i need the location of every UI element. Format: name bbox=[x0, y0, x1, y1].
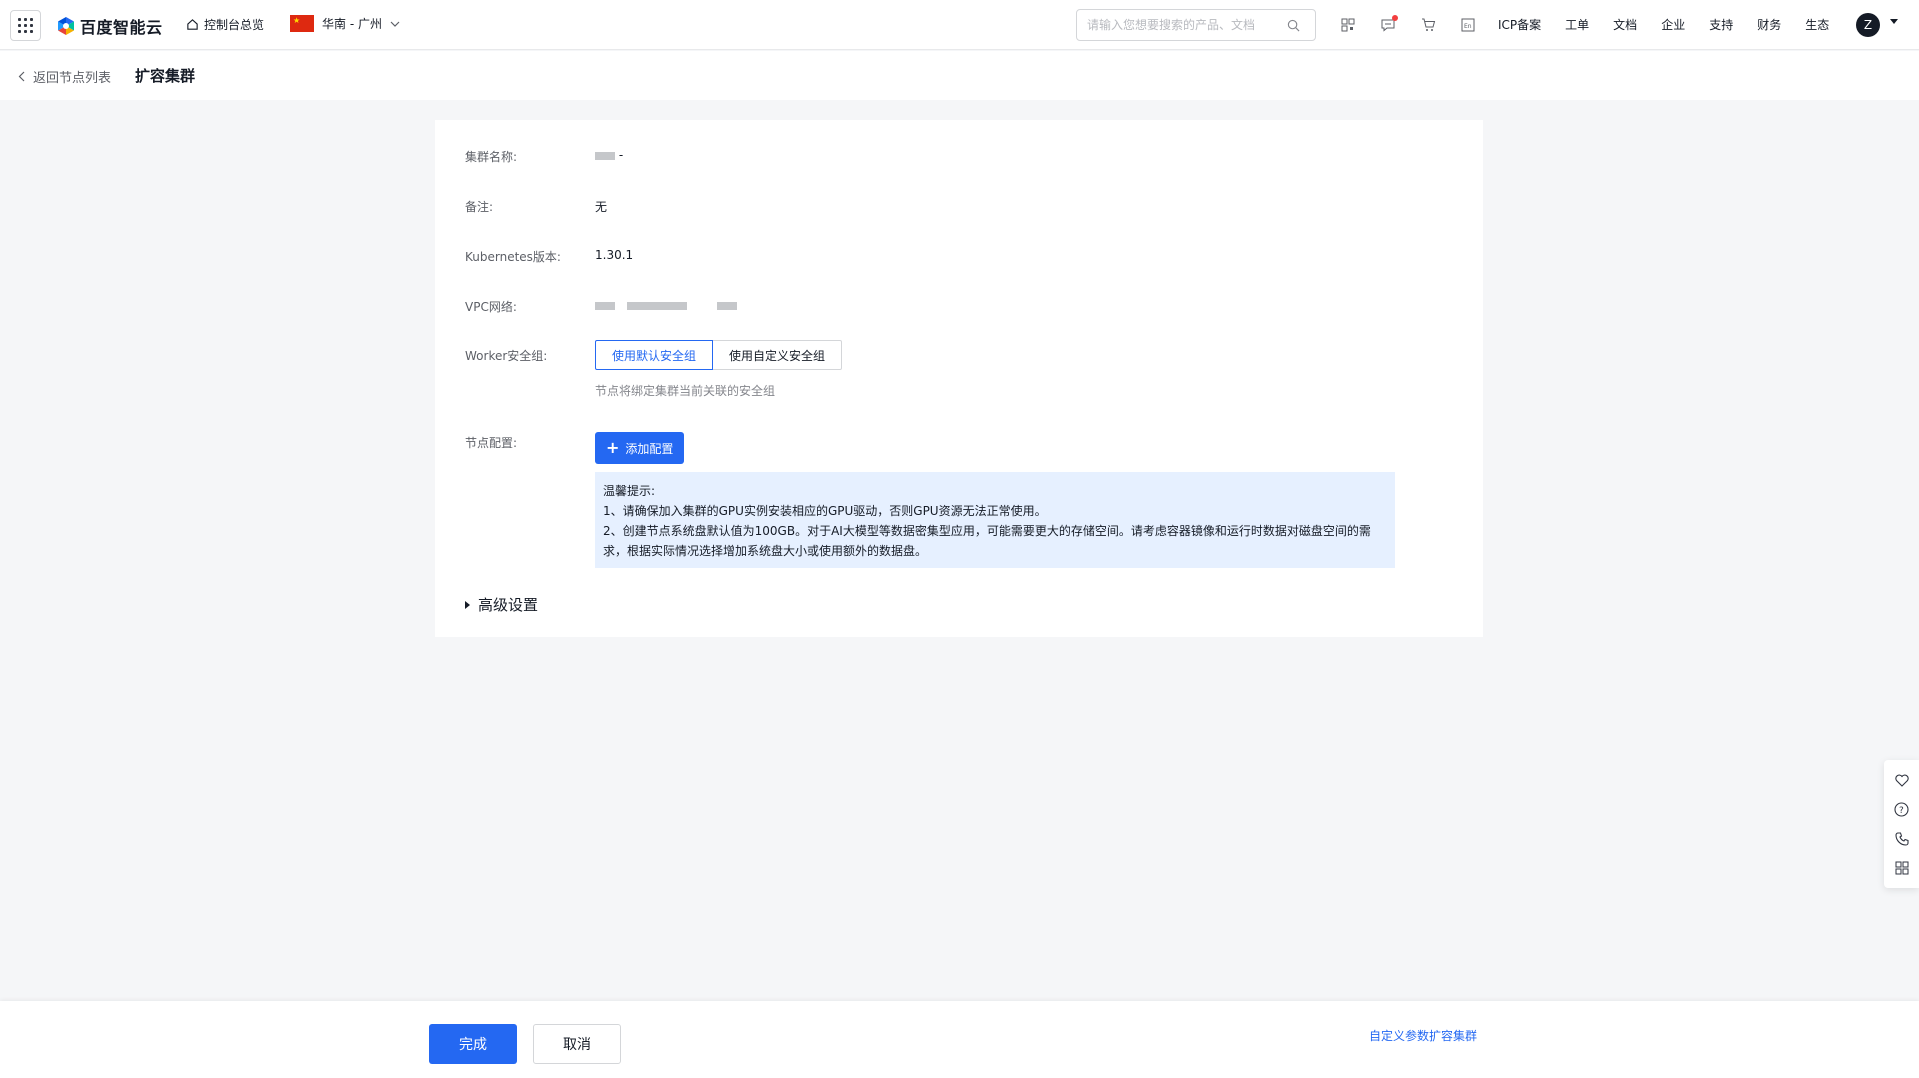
custom-security-group-option[interactable]: 使用自定义安全组 bbox=[713, 340, 843, 370]
console-overview-link[interactable]: 控制台总览 bbox=[186, 16, 264, 33]
security-group-hint: 节点将绑定集群当前关联的安全组 bbox=[595, 384, 776, 398]
nav-link-ticket[interactable]: 工单 bbox=[1565, 16, 1589, 33]
qrcode-icon[interactable] bbox=[1338, 15, 1358, 35]
cart-icon[interactable] bbox=[1418, 15, 1438, 35]
caret-down-icon[interactable] bbox=[1890, 19, 1898, 24]
nav-link-docs[interactable]: 文档 bbox=[1613, 16, 1637, 33]
tips-notice: 温馨提示: 1、请确保加入集群的GPU实例安装相应的GPU驱动，否则GPU资源无… bbox=[595, 472, 1395, 568]
notice-line-2: 2、创建节点系统盘默认值为100GB。对于AI大模型等数据密集型应用，可能需要更… bbox=[603, 524, 1371, 558]
cluster-name-label: 集群名称: bbox=[465, 150, 518, 164]
custom-params-scale-link[interactable]: 自定义参数扩容集群 bbox=[1369, 1027, 1477, 1044]
nav-link-icp[interactable]: ICP备案 bbox=[1498, 16, 1541, 33]
grid-icon bbox=[18, 18, 33, 33]
advanced-settings-toggle[interactable]: 高级设置 bbox=[465, 594, 538, 615]
logo-icon bbox=[58, 17, 74, 35]
bottom-action-bar: 完成 取消 自定义参数扩容集群 bbox=[0, 1001, 1919, 1078]
add-config-label: 添加配置 bbox=[625, 441, 674, 456]
node-config-label: 节点配置: bbox=[465, 436, 518, 450]
phone-icon[interactable] bbox=[1893, 830, 1911, 848]
help-icon[interactable]: ? bbox=[1893, 801, 1911, 819]
nav-link-finance[interactable]: 财务 bbox=[1757, 16, 1781, 33]
remark-value: 无 bbox=[595, 200, 608, 214]
page-header: 返回节点列表 扩容集群 bbox=[0, 51, 1919, 100]
plus-icon: + bbox=[606, 438, 620, 457]
floating-toolbar: ? bbox=[1884, 760, 1919, 888]
heart-icon[interactable] bbox=[1893, 772, 1911, 790]
user-avatar[interactable]: Z bbox=[1856, 13, 1880, 37]
remark-label: 备注: bbox=[465, 200, 494, 214]
back-to-node-list-link[interactable]: 返回节点列表 bbox=[18, 67, 111, 86]
add-config-button[interactable]: + 添加配置 bbox=[595, 432, 685, 464]
cluster-name-suffix: - bbox=[618, 148, 624, 162]
worker-security-group-label: Worker安全组: bbox=[465, 348, 548, 363]
top-nav-links: ICP备案 工单 文档 企业 支持 财务 生态 bbox=[1498, 16, 1829, 33]
language-switch-icon[interactable]: En bbox=[1458, 15, 1478, 35]
region-selector[interactable]: 华南 - 广州 bbox=[290, 15, 400, 32]
back-label: 返回节点列表 bbox=[33, 71, 112, 86]
scale-cluster-form: 集群名称: - 备注: 无 Kubernetes版本: 1.30.1 VPC网络… bbox=[435, 120, 1483, 637]
cluster-name-value: - bbox=[595, 148, 623, 165]
worker-security-group-row: Worker安全组: 使用默认安全组 使用自定义安全组 bbox=[465, 340, 843, 370]
notification-dot bbox=[1392, 15, 1398, 21]
nav-link-ecosystem[interactable]: 生态 bbox=[1805, 16, 1829, 33]
console-overview-label: 控制台总览 bbox=[204, 18, 265, 32]
apps-menu-button[interactable] bbox=[10, 10, 41, 41]
svg-text:?: ? bbox=[1899, 806, 1904, 816]
nav-link-support[interactable]: 支持 bbox=[1709, 16, 1733, 33]
search-input[interactable] bbox=[1087, 18, 1287, 32]
k8s-version-row: Kubernetes版本: 1.30.1 bbox=[465, 248, 633, 265]
cluster-name-row: 集群名称: - bbox=[465, 148, 623, 165]
baidu-cloud-logo[interactable]: 百度智能云 bbox=[56, 14, 163, 38]
region-label: 华南 - 广州 bbox=[322, 17, 382, 31]
notice-line-1: 1、请确保加入集群的GPU实例安装相应的GPU驱动，否则GPU资源无法正常使用。 bbox=[603, 504, 1047, 518]
redacted-text bbox=[595, 151, 615, 160]
advanced-settings-label: 高级设置 bbox=[478, 596, 539, 614]
notice-title: 温馨提示: bbox=[603, 484, 656, 498]
caret-right-icon bbox=[465, 600, 470, 609]
china-flag-icon bbox=[290, 15, 314, 32]
confirm-button[interactable]: 完成 bbox=[429, 1024, 517, 1064]
k8s-version-label: Kubernetes版本: bbox=[465, 250, 561, 264]
default-security-group-option[interactable]: 使用默认安全组 bbox=[595, 340, 714, 370]
search-icon[interactable] bbox=[1287, 19, 1300, 32]
message-icon[interactable] bbox=[1378, 15, 1398, 35]
vpc-label: VPC网络: bbox=[465, 300, 517, 314]
home-icon bbox=[187, 19, 198, 30]
nav-link-enterprise[interactable]: 企业 bbox=[1661, 16, 1685, 33]
redacted-text bbox=[595, 301, 615, 310]
logo-text: 百度智能云 bbox=[80, 18, 163, 37]
node-config-row: 节点配置: + 添加配置 bbox=[465, 432, 685, 464]
redacted-text bbox=[626, 301, 687, 310]
redacted-text bbox=[716, 301, 737, 310]
page-title: 扩容集群 bbox=[135, 67, 196, 85]
cancel-button[interactable]: 取消 bbox=[533, 1024, 621, 1064]
vpc-value bbox=[595, 298, 737, 315]
global-search[interactable] bbox=[1076, 9, 1316, 41]
vpc-row: VPC网络: bbox=[465, 298, 737, 315]
chevron-down-icon bbox=[390, 21, 400, 27]
top-navbar: 百度智能云 控制台总览 华南 - 广州 En bbox=[0, 0, 1919, 50]
security-group-toggle: 使用默认安全组 使用自定义安全组 bbox=[595, 340, 843, 370]
chevron-left-icon bbox=[18, 71, 25, 82]
k8s-version-value: 1.30.1 bbox=[595, 248, 634, 262]
grid-apps-icon[interactable] bbox=[1893, 859, 1911, 877]
remark-row: 备注: 无 bbox=[465, 198, 607, 215]
svg-text:En: En bbox=[1464, 23, 1472, 30]
